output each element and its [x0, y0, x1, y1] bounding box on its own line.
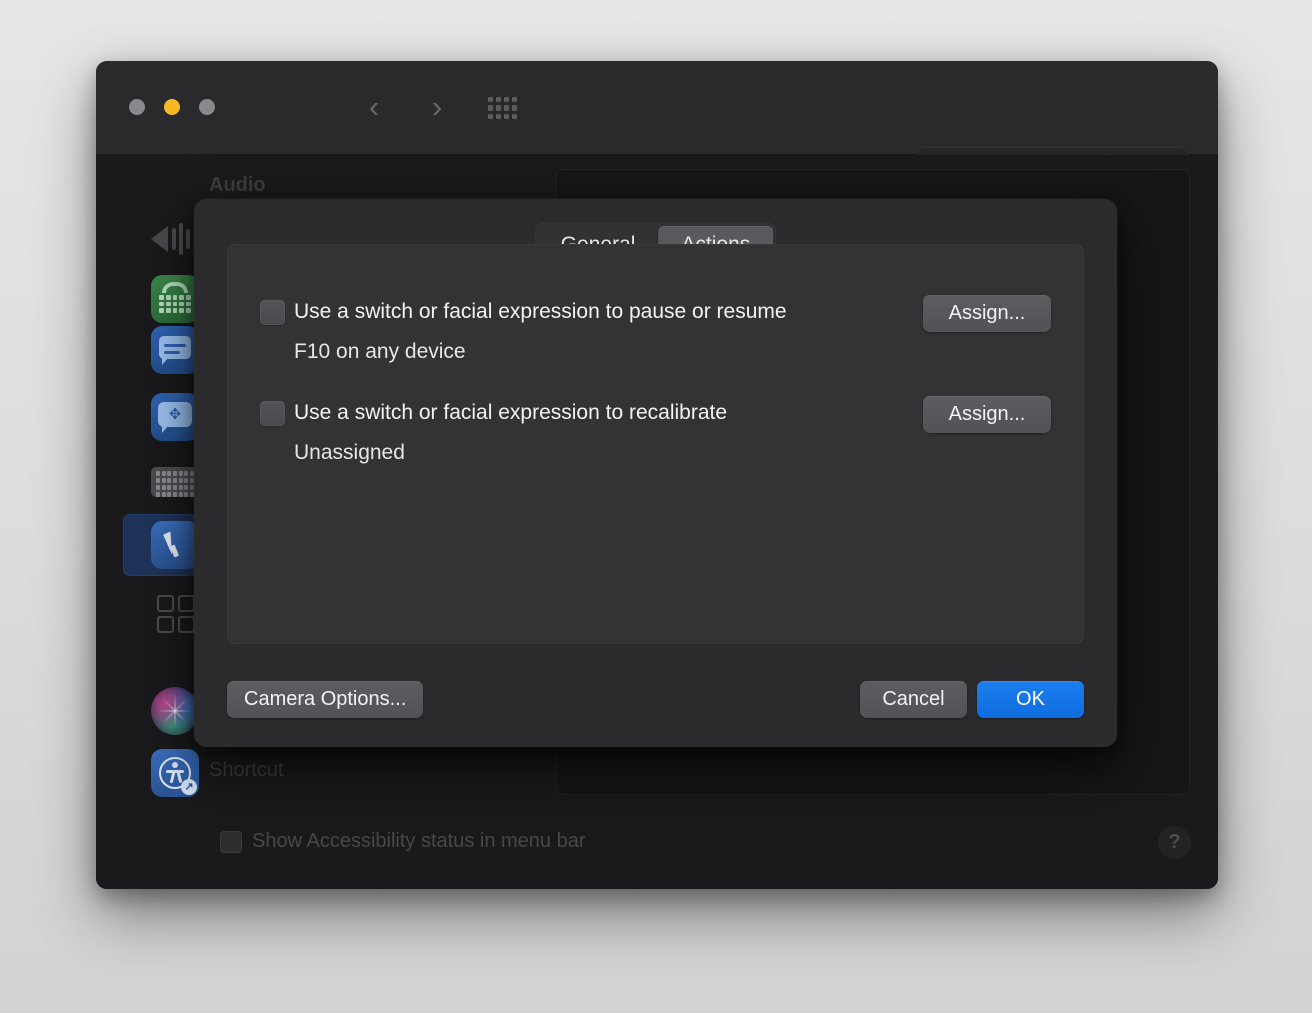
switch-control-icon — [151, 589, 199, 637]
sidebar-item-shortcut[interactable]: ↗ Shortcut — [123, 742, 516, 798]
pause-resume-checkbox[interactable] — [260, 300, 285, 325]
captions-icon — [151, 326, 199, 374]
recalibrate-assignment: Unassigned — [294, 441, 405, 464]
assign-button-pause-resume[interactable]: Assign... — [923, 295, 1051, 332]
close-button[interactable] — [129, 99, 145, 115]
siri-icon — [151, 687, 199, 735]
ok-button[interactable]: OK — [977, 681, 1084, 718]
pointer-control-options-dialog: General Actions Use a switch or facial e… — [194, 199, 1117, 747]
rtt-phone-icon — [151, 275, 199, 323]
cancel-button[interactable]: Cancel — [860, 681, 967, 718]
recalibrate-label: Use a switch or facial expression to rec… — [294, 401, 728, 424]
pause-resume-assignment: F10 on any device — [294, 340, 466, 363]
keyboard-icon — [151, 467, 199, 497]
traffic-lights — [129, 99, 215, 115]
desktop-background: ‹ › Accessibility Search Audio — [0, 0, 1312, 1013]
window-titlebar: ‹ › Accessibility Search — [96, 61, 1218, 192]
accessibility-shortcut-icon: ↗ — [151, 749, 199, 797]
show-all-grid-icon[interactable] — [488, 97, 517, 119]
help-button[interactable]: ? — [1158, 826, 1191, 859]
voice-control-icon: ✥ — [151, 393, 199, 441]
sidebar-group-audio: Audio — [209, 174, 266, 196]
show-status-label: Show Accessibility status in menu bar — [252, 830, 586, 852]
camera-options-button[interactable]: Camera Options... — [227, 681, 424, 718]
show-status-checkbox[interactable] — [220, 831, 242, 853]
recalibrate-checkbox[interactable] — [260, 401, 285, 426]
pointer-icon — [151, 521, 199, 569]
dialog-footer: Camera Options... Cancel OK — [194, 663, 1117, 747]
sidebar-item-label: Shortcut — [209, 759, 284, 781]
forward-chevron-icon[interactable]: › — [421, 91, 453, 125]
back-chevron-icon[interactable]: ‹ — [358, 91, 390, 125]
window-bottom-bar: Show Accessibility status in menu bar ? — [96, 799, 1218, 889]
actions-panel: Use a switch or facial expression to pau… — [227, 244, 1084, 644]
shortcut-badge-icon: ↗ — [181, 779, 197, 795]
assign-button-recalibrate[interactable]: Assign... — [923, 396, 1051, 433]
pause-resume-label: Use a switch or facial expression to pau… — [294, 300, 787, 323]
zoom-button[interactable] — [199, 99, 215, 115]
minimize-button[interactable] — [164, 99, 180, 115]
